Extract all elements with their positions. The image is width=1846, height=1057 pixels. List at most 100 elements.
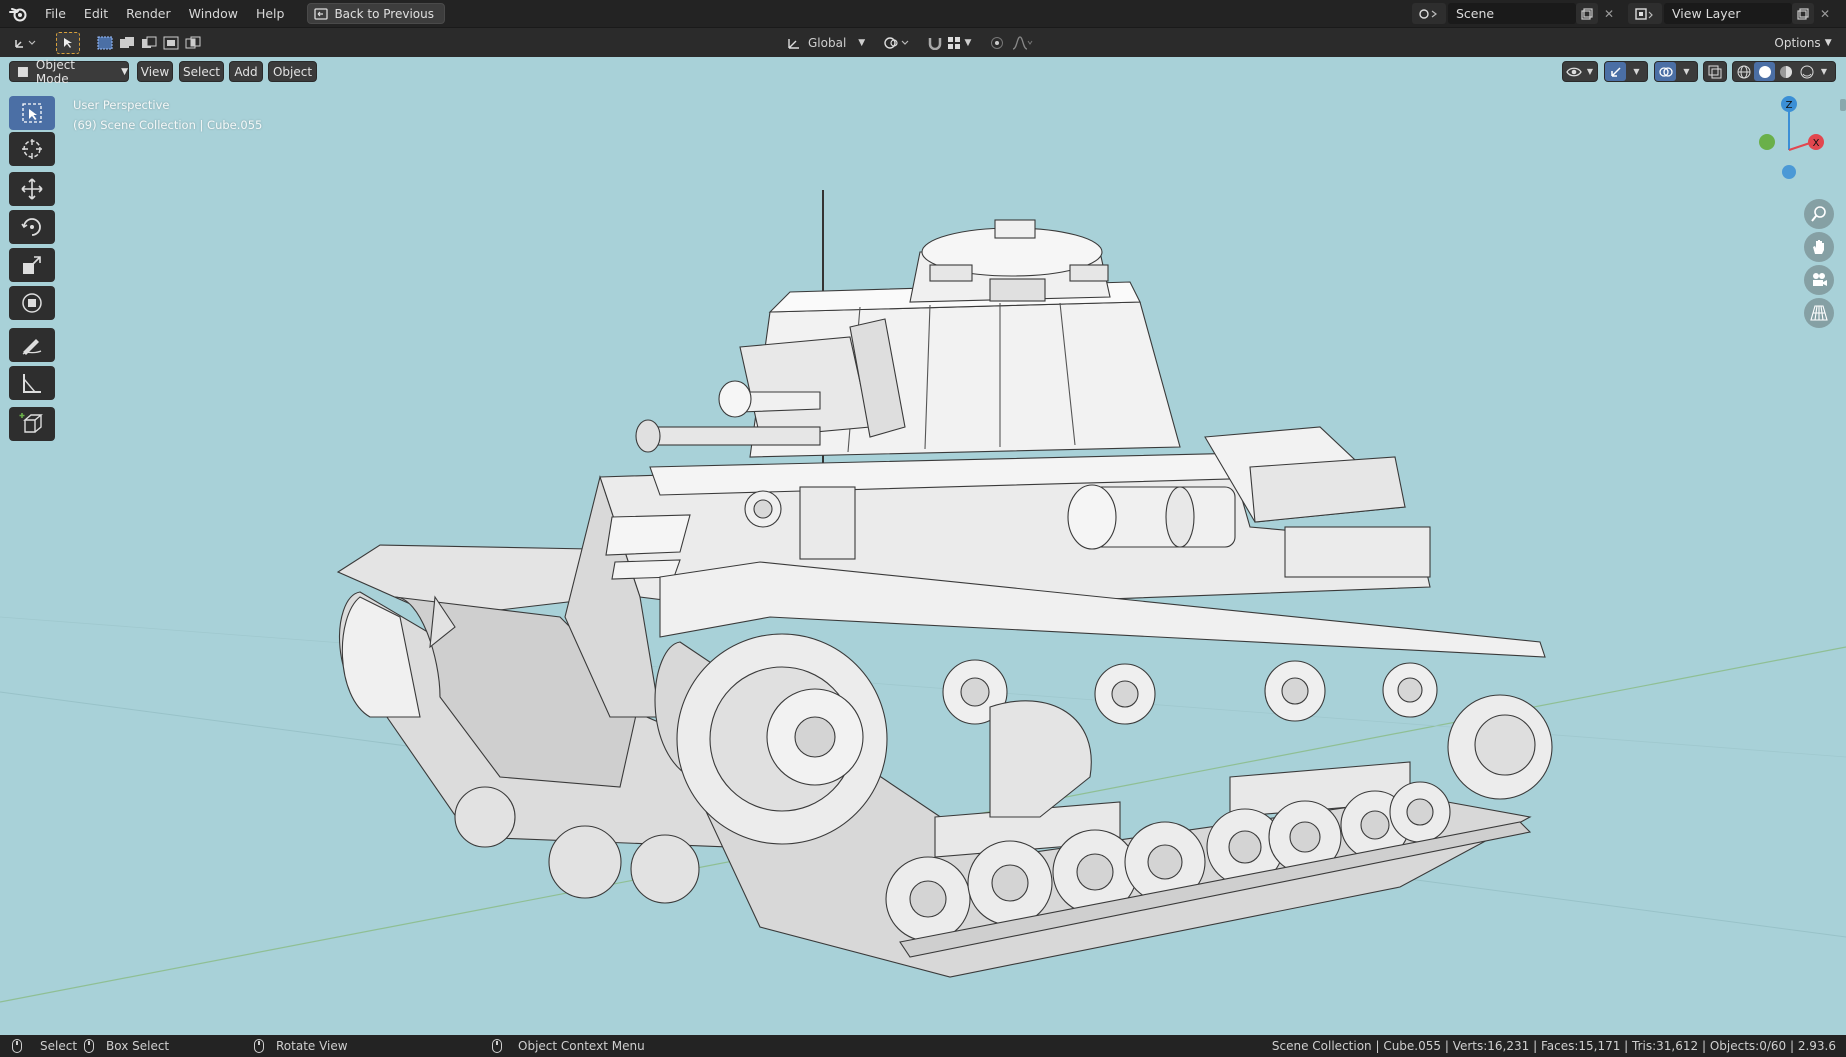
gizmo-toggle-group[interactable]: ▼ — [1604, 61, 1648, 82]
add-cube-tool[interactable] — [9, 407, 55, 441]
gizmo-icon[interactable] — [1605, 62, 1626, 81]
chevron-down-icon: ▼ — [1820, 67, 1828, 76]
tool-header: Global ▼ ▼ Options ▼ — [0, 27, 1846, 57]
wireframe-shading-icon[interactable] — [1733, 62, 1754, 81]
back-to-previous-label: Back to Previous — [334, 6, 434, 21]
select-box-tool[interactable] — [9, 96, 55, 130]
scene-name-field[interactable]: Scene — [1448, 3, 1576, 24]
measure-tool[interactable] — [9, 366, 55, 400]
camera-view-button[interactable] — [1804, 265, 1834, 295]
annotate-tool[interactable] — [9, 328, 55, 362]
options-label: Options — [1774, 36, 1821, 50]
cursor-tool[interactable] — [9, 132, 55, 166]
gizmo-neg-z-axis — [1782, 165, 1796, 179]
new-view-layer-icon[interactable] — [1792, 3, 1814, 24]
select-new-icon[interactable] — [97, 36, 113, 50]
selection-mode-group[interactable] — [94, 32, 204, 54]
view-layer-selector-button[interactable] — [1628, 3, 1662, 24]
menu-select[interactable]: Select — [179, 61, 224, 82]
back-icon — [314, 7, 329, 20]
pan-view-button[interactable] — [1804, 232, 1834, 262]
tweak-tool-icon[interactable] — [56, 32, 80, 54]
gizmo-z-label: Z — [1786, 100, 1793, 111]
move-tool[interactable] — [9, 172, 55, 206]
zoom-icon — [1811, 206, 1826, 222]
menu-window[interactable]: Window — [180, 0, 247, 27]
gizmo-x-label: X — [1813, 138, 1820, 149]
top-menu-bar: File Edit Render Window Help Back to Pre… — [0, 0, 1846, 27]
solid-shading-icon[interactable] — [1754, 62, 1775, 81]
menu-render[interactable]: Render — [117, 0, 180, 27]
overlays-toggle-group[interactable]: ▼ — [1654, 61, 1698, 82]
transform-orientation-label: Global — [808, 36, 847, 50]
back-to-previous-button[interactable]: Back to Previous — [307, 3, 445, 24]
menu-view[interactable]: View — [137, 61, 173, 82]
add-cube-icon — [19, 413, 43, 433]
mouse-left-icon — [12, 1039, 22, 1053]
tank-model-mesh[interactable] — [0, 57, 1846, 1035]
transform-orientation-dropdown[interactable]: Global ▼ — [786, 32, 872, 54]
navigation-gizmo[interactable]: Z X — [1748, 90, 1838, 200]
xray-toggle[interactable] — [1703, 61, 1727, 82]
xray-icon — [1704, 62, 1725, 81]
cursor-icon — [22, 139, 42, 159]
move-icon — [21, 178, 43, 200]
scale-icon — [23, 256, 41, 274]
proportional-edit-group[interactable] — [982, 32, 1042, 54]
axis-editor-icon — [15, 40, 36, 48]
snap-group[interactable]: ▼ — [920, 32, 978, 54]
rendered-shading-icon[interactable] — [1796, 62, 1817, 81]
blender-logo-icon[interactable] — [0, 0, 36, 27]
snap-magnet-icon[interactable] — [927, 36, 943, 50]
options-dropdown[interactable]: Options ▼ — [1768, 32, 1838, 54]
perspective-toggle-button[interactable] — [1804, 298, 1834, 328]
mouse-drag-icon — [84, 1039, 94, 1053]
object-mode-dropdown[interactable]: Object Mode ▼ — [9, 58, 129, 86]
delete-scene-icon[interactable]: ✕ — [1598, 3, 1620, 24]
zoom-view-button[interactable] — [1804, 199, 1834, 229]
mouse-right-icon — [492, 1039, 502, 1053]
view-layer-name-field[interactable]: View Layer — [1664, 3, 1792, 24]
gizmo-y-axis — [1759, 134, 1775, 150]
menu-help[interactable]: Help — [247, 0, 294, 27]
grid-perspective-icon — [1810, 305, 1828, 321]
select-extend-icon[interactable] — [119, 36, 135, 50]
rotate-icon — [21, 218, 41, 236]
editor-type-dropdown[interactable] — [8, 32, 44, 54]
snap-grid-icon[interactable] — [947, 36, 961, 50]
scene-selector-button[interactable] — [1412, 3, 1446, 24]
3d-viewport[interactable]: Object Mode ▼ View Select Add Object ▼ ▼… — [0, 57, 1846, 1035]
pivot-icon — [884, 37, 909, 49]
chevron-down-icon: ▼ — [858, 38, 866, 48]
chevron-down-icon: ▼ — [1683, 67, 1690, 76]
chevron-down-icon: ▼ — [1633, 67, 1640, 76]
hand-icon — [1813, 240, 1824, 254]
camera-icon — [1813, 273, 1827, 286]
scale-tool[interactable] — [9, 248, 55, 282]
menu-add[interactable]: Add — [229, 61, 263, 82]
view-layer-icon — [1635, 7, 1653, 20]
overlays-icon[interactable] — [1655, 62, 1676, 81]
status-context-menu-hint: Object Context Menu — [492, 1035, 645, 1057]
visibility-dropdown[interactable]: ▼ — [1562, 61, 1598, 82]
pivot-point-dropdown[interactable] — [880, 32, 914, 54]
proportional-edit-icon[interactable] — [990, 36, 1004, 50]
menu-edit[interactable]: Edit — [75, 0, 117, 27]
menu-object[interactable]: Object — [268, 61, 317, 82]
material-shading-icon[interactable] — [1775, 62, 1796, 81]
perspective-label: User Perspective — [73, 98, 170, 112]
rotate-tool[interactable] — [9, 210, 55, 244]
transform-tool[interactable] — [9, 286, 55, 320]
status-select-label: Select — [40, 1039, 78, 1053]
sidebar-toggle-handle[interactable] — [1840, 99, 1846, 111]
delete-view-layer-icon[interactable]: ✕ — [1814, 3, 1836, 24]
menu-file[interactable]: File — [36, 0, 75, 27]
select-subtract-icon[interactable] — [141, 36, 157, 50]
new-scene-icon[interactable] — [1576, 3, 1598, 24]
select-invert-icon[interactable] — [163, 36, 179, 50]
status-context-menu-label: Object Context Menu — [518, 1039, 645, 1053]
select-intersect-icon[interactable] — [185, 36, 201, 50]
falloff-curve-icon[interactable] — [1012, 36, 1034, 50]
shading-mode-group[interactable]: ▼ — [1732, 61, 1836, 82]
viewport-header: Object Mode ▼ View Select Add Object ▼ ▼… — [0, 57, 1846, 86]
